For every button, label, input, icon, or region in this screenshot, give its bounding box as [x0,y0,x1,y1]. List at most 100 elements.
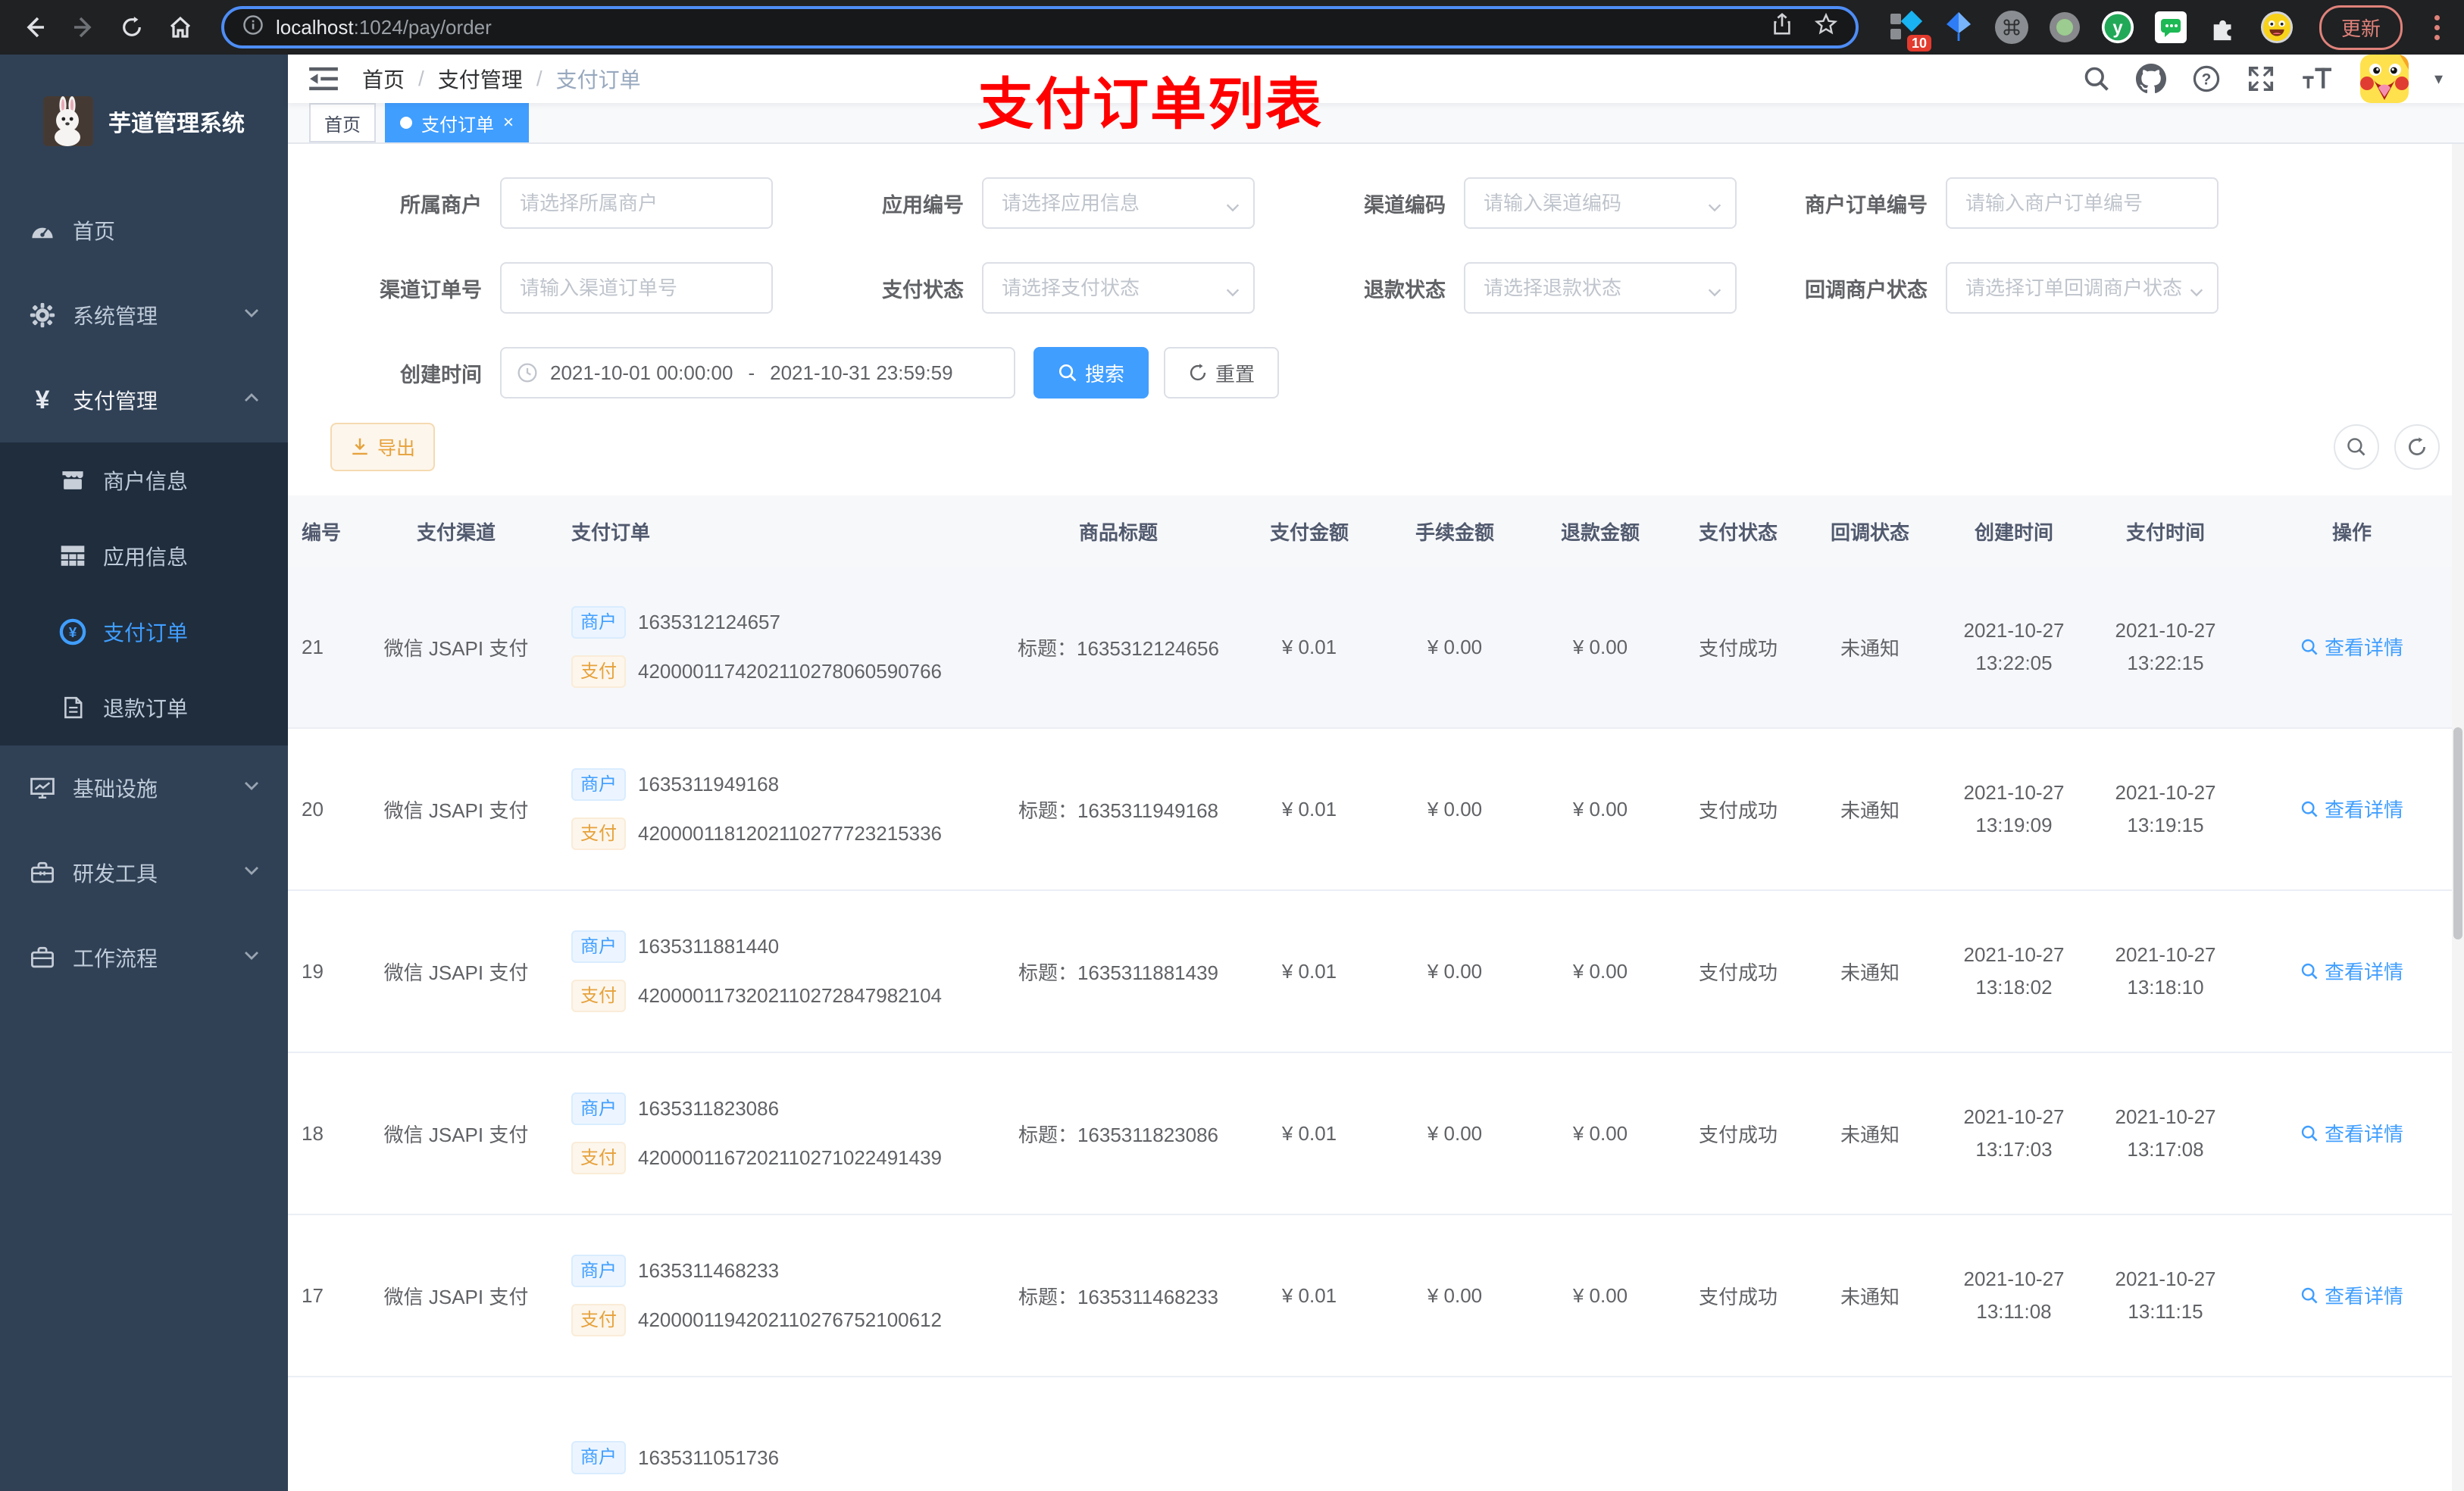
filter-label-create-time: 创建时间 [400,363,482,386]
active-dot [400,117,412,129]
sidebar-item-infra[interactable]: 基础设施 [0,746,288,830]
notify-status-select[interactable] [1946,262,2219,314]
refresh-table-icon[interactable] [2394,424,2440,470]
reload-icon[interactable] [112,8,152,47]
sidebar-item-merchant-info[interactable]: 商户信息 [0,442,288,518]
tag-home[interactable]: 首页 [309,103,376,142]
view-detail-link[interactable]: 查看详情 [2300,633,2403,661]
pay-status-select[interactable] [982,262,1255,314]
table-row[interactable]: 20 微信 JSAPI 支付 商户 1635311949168 支付 4200001… [288,729,2464,891]
browser-menu-icon[interactable] [2422,14,2449,40]
yen-icon: ¥ [35,385,50,414]
view-detail-link[interactable]: 查看详情 [2300,957,2403,985]
forward-icon[interactable] [64,8,103,47]
app-select[interactable] [982,177,1255,229]
table-row[interactable]: 19 微信 JSAPI 支付 商户 1635311881440 支付 4200001… [288,891,2464,1053]
extension-chat-icon[interactable] [2154,11,2187,44]
merchant-tag: 商户 [571,605,626,639]
table-row[interactable]: 21 微信 JSAPI 支付 商户 1635312124657 支付 4200001… [288,567,2464,729]
top-navbar: 首页 / 支付管理 / 支付订单 ? ▾ [288,55,2464,103]
bookmark-star-icon[interactable] [1814,12,1838,42]
sidebar-item-pay-order[interactable]: ¥ 支付订单 [0,594,288,670]
extension-puzzle-icon[interactable] [2207,11,2240,44]
download-icon [352,438,367,455]
header-search-icon[interactable] [2083,65,2110,92]
extension-y-icon[interactable]: y [2101,11,2134,44]
monitor-chart-icon [29,775,56,801]
fullscreen-icon[interactable] [2247,64,2275,93]
extension-greendot-icon[interactable] [2048,11,2081,44]
extension-command-icon[interactable] [1994,11,2028,44]
back-icon[interactable] [15,8,55,47]
sidebar-item-payment[interactable]: ¥ 支付管理 [0,358,288,442]
pay-tag: 支付 [571,1304,626,1337]
reset-button[interactable]: 重置 [1164,347,1280,399]
browser-update-button[interactable]: 更新 [2319,5,2403,50]
github-icon[interactable] [2135,64,2166,94]
scrollbar-thumb[interactable] [2453,727,2462,939]
yen-circle-icon: ¥ [59,618,86,645]
breadcrumb-home[interactable]: 首页 [362,64,405,94]
channel-code-select[interactable] [1464,177,1737,229]
help-icon[interactable]: ? [2192,64,2221,93]
export-button[interactable]: 导出 [330,423,436,471]
tag-pay-order[interactable]: 支付订单 × [385,103,530,142]
sidebar-item-workflow[interactable]: 工作流程 [0,915,288,1000]
extension-kite-icon[interactable] [1942,11,1975,44]
refresh-icon [1190,364,1206,381]
table-header: 编号 支付渠道 支付订单 商品标题 支付金额 手续金额 退款金额 支付状态 回调… [288,495,2464,567]
search-icon [2301,639,2318,655]
breadcrumb: 首页 / 支付管理 / 支付订单 [362,64,641,94]
url-bar[interactable]: localhost:1024/pay/order [221,6,1859,48]
page-content: 所属商户 应用编号 渠道编码 [288,144,2464,1491]
table-row[interactable]: 18 微信 JSAPI 支付 商户 1635311823086 支付 4200001… [288,1053,2464,1215]
chevron-down-icon [242,861,261,885]
view-detail-link[interactable]: 查看详情 [2300,1281,2403,1309]
search-icon [2301,963,2318,980]
sidebar-item-home[interactable]: 首页 [0,188,288,273]
merchant-order-no-input[interactable] [1946,177,2219,229]
tag-close-icon[interactable]: × [503,114,514,132]
channel-order-no-input[interactable] [500,262,773,314]
chevron-down-icon [242,303,261,327]
merchant-tag: 商户 [571,1254,626,1287]
table-row[interactable]: 17 微信 JSAPI 支付 商户 1635311468233 支付 4200001… [288,1215,2464,1377]
search-icon [2301,1287,2318,1304]
status-badge: 支付成功 [1698,1285,1778,1308]
browser-toolbar: localhost:1024/pay/order 10 y 更新 [0,0,2464,55]
tags-view-bar: 首页 支付订单 × [288,103,2464,144]
view-detail-link[interactable]: 查看详情 [2300,795,2403,823]
extension-emoji-icon[interactable] [2260,11,2294,44]
chevron-down-icon [242,776,261,800]
extension-badge-icon[interactable]: 10 [1889,10,1931,52]
merchant-select[interactable] [500,177,773,229]
page-scrollbar[interactable] [2452,55,2464,1491]
filter-label-refund-status: 退款状态 [1364,278,1446,302]
refund-status-select[interactable] [1464,262,1737,314]
site-info-icon[interactable] [242,14,264,42]
range-end: 2021-10-31 23:59:59 [770,361,953,384]
sidebar-item-system[interactable]: 系统管理 [0,273,288,358]
sidebar-item-devtools[interactable]: 研发工具 [0,830,288,915]
filter-label-channel-code: 渠道编码 [1364,193,1446,217]
breadcrumb-payment[interactable]: 支付管理 [438,64,523,94]
orders-table: 编号 支付渠道 支付订单 商品标题 支付金额 手续金额 退款金额 支付状态 回调… [288,495,2464,1491]
share-icon[interactable] [1771,13,1793,42]
breadcrumb-current: 支付订单 [555,68,641,92]
status-badge: 支付成功 [1698,961,1778,984]
sidebar-collapse-icon[interactable] [309,66,338,92]
user-avatar[interactable] [2359,55,2409,103]
briefcase-icon [29,945,56,971]
view-detail-link[interactable]: 查看详情 [2300,1119,2403,1147]
merchant-tag: 商户 [571,1441,626,1474]
font-size-icon[interactable] [2301,65,2334,92]
toggle-search-icon[interactable] [2334,424,2379,470]
sidebar-item-app-info[interactable]: 应用信息 [0,518,288,594]
sidebar-item-refund-order[interactable]: 退款订单 [0,670,288,746]
table-row[interactable]: 商户 1635311051736 [288,1377,2464,1491]
home-icon[interactable] [161,8,200,47]
avatar-caret-icon[interactable]: ▾ [2434,69,2443,89]
search-button[interactable]: 搜索 [1033,347,1149,399]
create-time-range-picker[interactable]: 2021-10-01 00:00:00 - 2021-10-31 23:59:5… [500,347,1015,399]
pay-tag: 支付 [571,1142,626,1175]
